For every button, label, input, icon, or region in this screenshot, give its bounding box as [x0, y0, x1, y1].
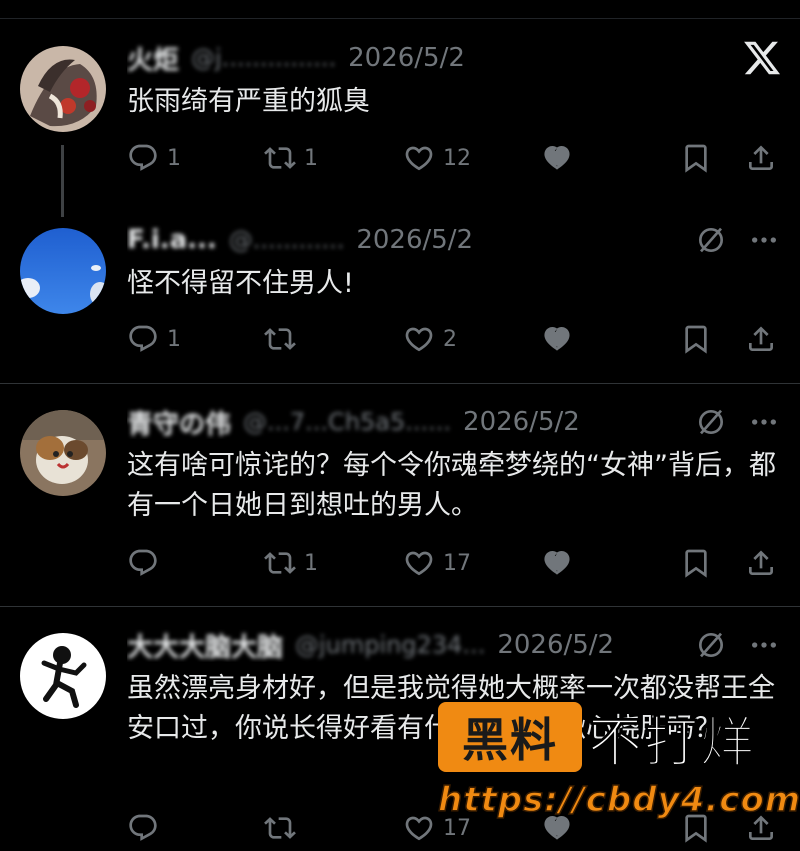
retweet-button[interactable]: 1 [264, 543, 318, 583]
reply-count: 1 [167, 145, 181, 171]
x-logo-icon[interactable] [742, 38, 782, 78]
watermark-title: 不打烊 [588, 710, 756, 774]
more-icon[interactable] [748, 406, 780, 438]
avatar[interactable] [20, 46, 106, 132]
tweet-text: 怪不得留不住男人! [127, 268, 354, 299]
bookmark-button[interactable] [680, 319, 712, 359]
bookmark-icon [680, 323, 712, 355]
tweet-header: 青守の伟 @...7...Ch5a5...... 2026/5/2 [127, 405, 707, 439]
tweet-text: 这有啥可惊诧的？每个令你魂牵梦绕的“女神”背后，都有一个日她日到想吐的男人。 [127, 450, 776, 521]
share-button[interactable] [745, 319, 777, 359]
reply-icon [127, 547, 159, 579]
tweet-divider [0, 606, 800, 607]
action-bar: 1 1 12 [0, 138, 800, 178]
tweet-header: 大大大脑大脑 @jumping234... 2026/5/2 [127, 628, 707, 662]
retweet-icon [264, 323, 296, 355]
retweet-icon [264, 142, 296, 174]
reply-button[interactable] [127, 543, 167, 583]
reply-button[interactable]: 1 [127, 138, 181, 178]
share-icon [745, 323, 777, 355]
reply-icon [127, 812, 159, 844]
retweet-icon [264, 812, 296, 844]
like-count: 12 [443, 145, 471, 171]
action-bar: 1 2 [0, 319, 800, 359]
like-button[interactable]: 17 [403, 543, 471, 583]
retweet-icon [264, 547, 296, 579]
display-name[interactable]: 大大大脑大脑 [127, 628, 283, 663]
user-handle[interactable]: @jumping234... [295, 631, 485, 659]
user-handle[interactable]: @............ [229, 226, 345, 254]
bookmark-icon [680, 142, 712, 174]
grok-button[interactable] [541, 319, 573, 359]
more-icon[interactable] [748, 629, 780, 661]
reply-icon [127, 323, 159, 355]
tweet-header: 火炬 @j............... 2026/5/2 [127, 41, 707, 75]
heart-icon [403, 812, 435, 844]
display-name[interactable]: F.i.a... [127, 225, 217, 255]
user-handle[interactable]: @j............... [191, 44, 336, 72]
like-count: 17 [443, 550, 471, 576]
retweet-button[interactable] [264, 319, 304, 359]
avatar[interactable] [20, 633, 106, 719]
post-date[interactable]: 2026/5/2 [348, 43, 465, 73]
mute-icon[interactable] [695, 406, 727, 438]
watermark-badge: 黑料 [438, 702, 582, 772]
avatar[interactable] [20, 410, 106, 496]
grok-icon [541, 547, 573, 579]
reply-count: 1 [167, 326, 181, 352]
retweet-button[interactable]: 1 [264, 138, 318, 178]
grok-icon [541, 323, 573, 355]
grok-button[interactable] [541, 138, 573, 178]
watermark-url: https://cbdy4.com [437, 779, 800, 821]
retweet-button[interactable] [264, 808, 304, 848]
mute-icon[interactable] [695, 629, 727, 661]
heart-icon [403, 547, 435, 579]
watermark-badge-text: 黑料 [462, 713, 558, 767]
share-button[interactable] [745, 138, 777, 178]
grok-icon [541, 142, 573, 174]
display-name[interactable]: 火炬 [127, 41, 179, 76]
share-icon [745, 547, 777, 579]
post-date[interactable]: 2026/5/2 [497, 630, 614, 660]
share-icon [745, 142, 777, 174]
bookmark-button[interactable] [680, 138, 712, 178]
tweet-text: 张雨绮有严重的狐臭 [127, 86, 370, 117]
heart-icon [403, 323, 435, 355]
retweet-count: 1 [304, 145, 318, 171]
tweet-divider [0, 383, 800, 384]
avatar[interactable] [20, 228, 106, 314]
like-count: 2 [443, 326, 457, 352]
tweet-header: F.i.a... @............ 2026/5/2 [127, 223, 707, 257]
like-button[interactable]: 12 [403, 138, 471, 178]
post-date[interactable]: 2026/5/2 [356, 225, 473, 255]
reply-button[interactable]: 1 [127, 319, 181, 359]
retweet-count: 1 [304, 550, 318, 576]
heart-icon [403, 142, 435, 174]
display-name[interactable]: 青守の伟 [127, 405, 231, 440]
action-bar: 1 17 [0, 543, 800, 583]
reply-button[interactable] [127, 808, 167, 848]
user-handle[interactable]: @...7...Ch5a5...... [243, 408, 451, 436]
mute-icon[interactable] [695, 224, 727, 256]
like-button[interactable]: 2 [403, 319, 457, 359]
share-button[interactable] [745, 543, 777, 583]
reply-icon [127, 142, 159, 174]
bookmark-icon [680, 547, 712, 579]
bookmark-button[interactable] [680, 543, 712, 583]
more-icon[interactable] [748, 224, 780, 256]
post-date[interactable]: 2026/5/2 [463, 407, 580, 437]
grok-button[interactable] [541, 543, 573, 583]
watermark: 黑料 不打烊 https://cbdy4.com [437, 702, 800, 821]
top-divider [0, 18, 800, 19]
